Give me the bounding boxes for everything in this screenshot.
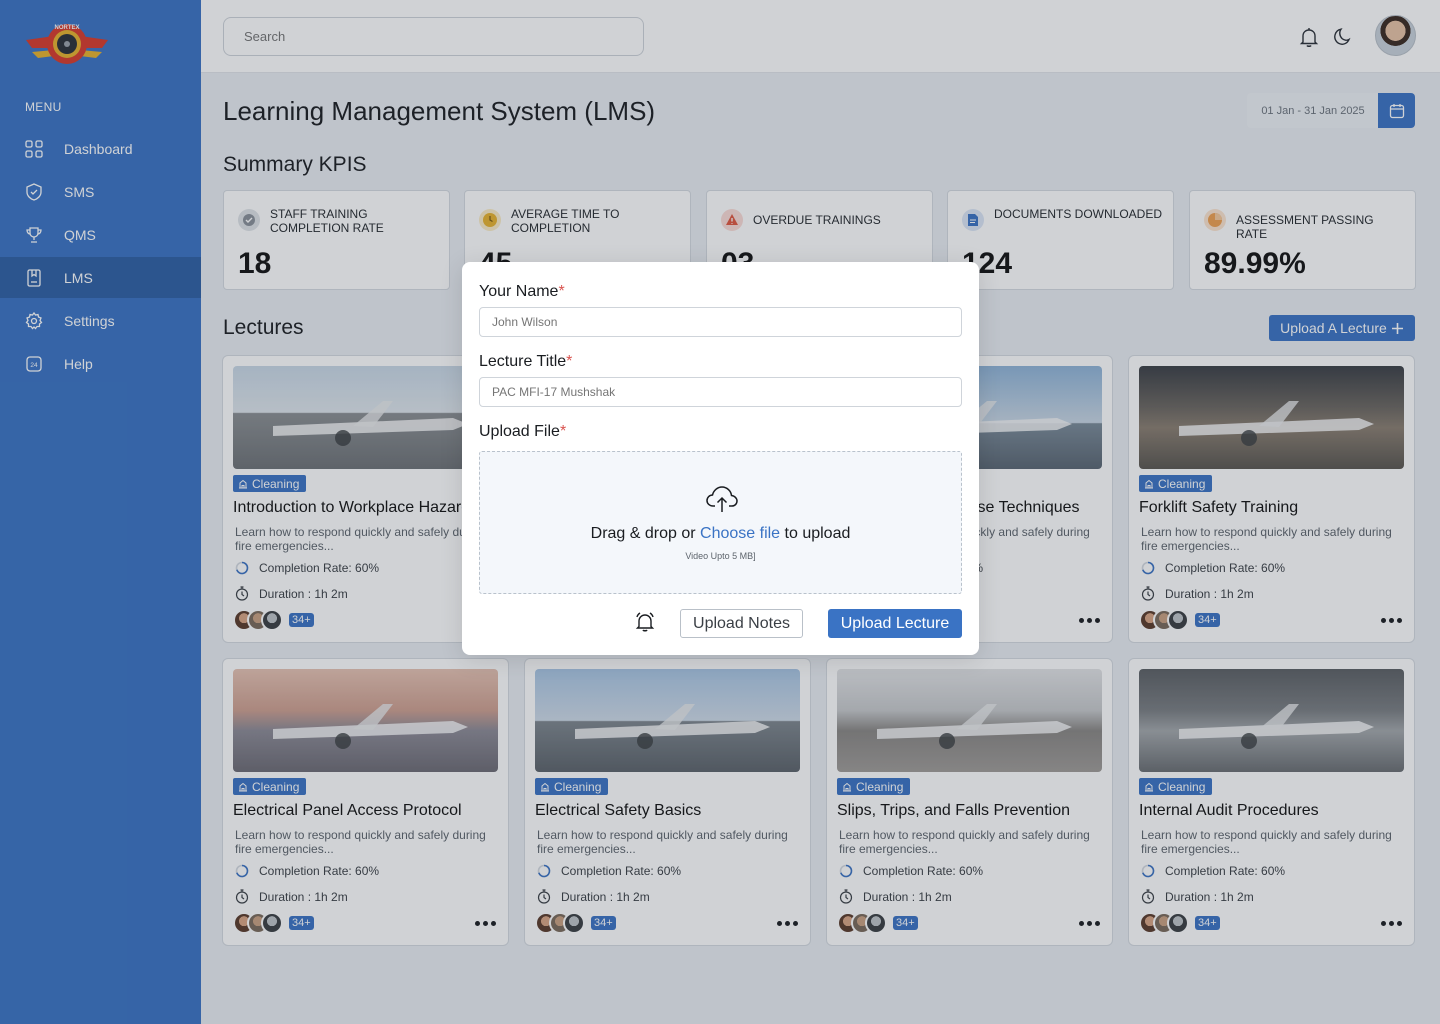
lecture-title-input[interactable] — [479, 377, 962, 407]
title-field-label: Lecture Title* — [479, 353, 573, 370]
submit-lecture-button[interactable]: Upload Lecture — [828, 609, 962, 638]
cloud-upload-icon — [706, 486, 738, 512]
alarm-bell-icon[interactable] — [634, 611, 656, 633]
upload-notes-button[interactable]: Upload Notes — [680, 609, 803, 638]
upload-lecture-modal: Your Name* Lecture Title* Upload File* D… — [462, 262, 979, 655]
file-dropzone[interactable]: Drag & drop or Choose file to upload Vid… — [479, 451, 962, 594]
dropzone-text: Drag & drop or Choose file to upload — [590, 525, 851, 542]
name-input[interactable] — [479, 307, 962, 337]
name-field-label: Your Name* — [479, 283, 565, 300]
file-field-label: Upload File* — [479, 423, 567, 440]
choose-file-link[interactable]: Choose file — [700, 525, 780, 542]
dropzone-hint: Video Upto 5 MB] — [685, 551, 756, 561]
